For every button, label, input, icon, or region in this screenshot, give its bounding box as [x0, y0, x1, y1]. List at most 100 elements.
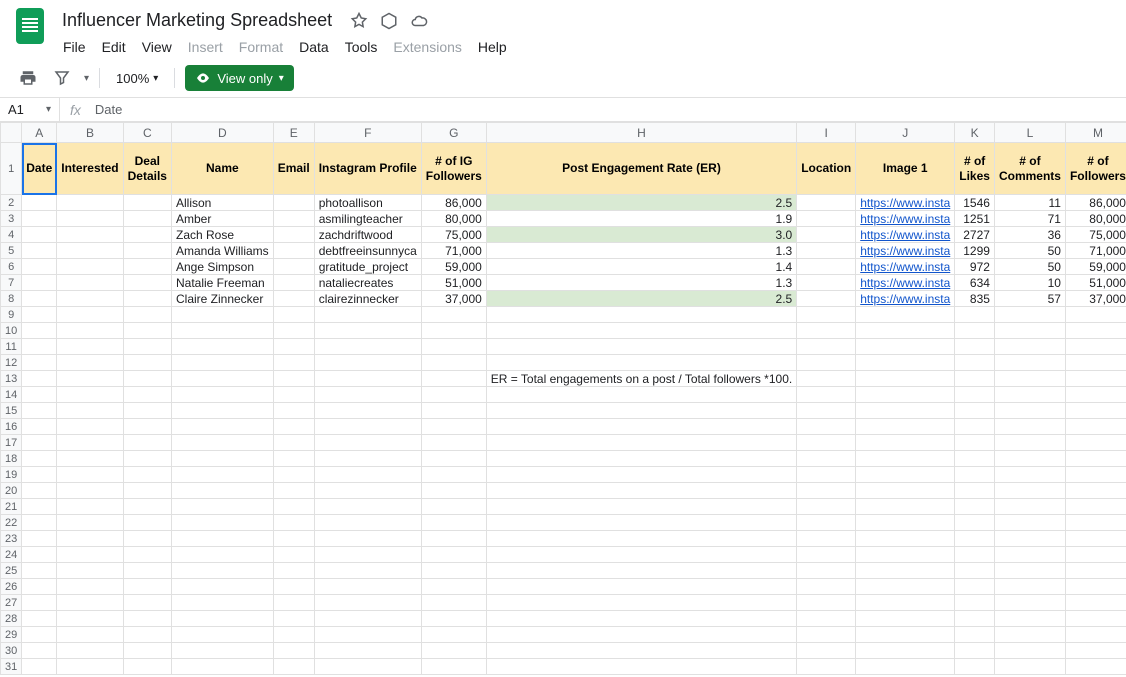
cell-profile[interactable]: asmilingteacher	[314, 211, 421, 227]
menu-file[interactable]: File	[56, 35, 93, 59]
row-header-20[interactable]: 20	[1, 483, 22, 499]
row-header-1[interactable]: 1	[1, 143, 22, 195]
header-cell-C[interactable]: Deal Details	[123, 143, 171, 195]
zoom-select[interactable]: 100%▾	[110, 67, 164, 90]
row-header-29[interactable]: 29	[1, 627, 22, 643]
header-cell-E[interactable]: Email	[273, 143, 314, 195]
row-header-6[interactable]: 6	[1, 259, 22, 275]
cell-er[interactable]: 2.5	[486, 195, 796, 211]
col-header-F[interactable]: F	[314, 123, 421, 143]
cell-image1[interactable]: https://www.insta	[856, 227, 955, 243]
row-header-24[interactable]: 24	[1, 547, 22, 563]
header-cell-J[interactable]: Image 1	[856, 143, 955, 195]
cell-er[interactable]: 3.0	[486, 227, 796, 243]
col-header-E[interactable]: E	[273, 123, 314, 143]
star-icon[interactable]	[350, 12, 368, 30]
menu-data[interactable]: Data	[292, 35, 336, 59]
cell-followers2[interactable]: 75,000	[1065, 227, 1126, 243]
row-header-11[interactable]: 11	[1, 339, 22, 355]
header-cell-H[interactable]: Post Engagement Rate (ER)	[486, 143, 796, 195]
cell-followers2[interactable]: 80,000	[1065, 211, 1126, 227]
cell-er[interactable]: 1.3	[486, 275, 796, 291]
cell-followers2[interactable]: 86,000	[1065, 195, 1126, 211]
cell-image1[interactable]: https://www.insta	[856, 259, 955, 275]
move-icon[interactable]	[380, 12, 398, 30]
cell-image1[interactable]: https://www.insta	[856, 243, 955, 259]
cell-followers[interactable]: 75,000	[421, 227, 486, 243]
cell-name[interactable]: Claire Zinnecker	[171, 291, 273, 307]
print-icon[interactable]	[16, 66, 40, 90]
col-header-L[interactable]: L	[994, 123, 1065, 143]
row-header-13[interactable]: 13	[1, 371, 22, 387]
cell-image1[interactable]: https://www.insta	[856, 195, 955, 211]
row-header-12[interactable]: 12	[1, 355, 22, 371]
filter-icon[interactable]	[50, 66, 74, 90]
header-cell-D[interactable]: Name	[171, 143, 273, 195]
col-header-G[interactable]: G	[421, 123, 486, 143]
header-cell-F[interactable]: Instagram Profile	[314, 143, 421, 195]
header-cell-L[interactable]: # of Comments	[994, 143, 1065, 195]
col-header-H[interactable]: H	[486, 123, 796, 143]
col-header-I[interactable]: I	[797, 123, 856, 143]
col-header-J[interactable]: J	[856, 123, 955, 143]
cell-name[interactable]: Amanda Williams	[171, 243, 273, 259]
cell-followers2[interactable]: 71,000	[1065, 243, 1126, 259]
cell-followers[interactable]: 71,000	[421, 243, 486, 259]
cloud-icon[interactable]	[410, 12, 428, 30]
row-header-4[interactable]: 4	[1, 227, 22, 243]
cell-er[interactable]: 1.3	[486, 243, 796, 259]
row-header-30[interactable]: 30	[1, 643, 22, 659]
cell-followers[interactable]: 86,000	[421, 195, 486, 211]
cell-profile[interactable]: nataliecreates	[314, 275, 421, 291]
row-header-25[interactable]: 25	[1, 563, 22, 579]
row-header-31[interactable]: 31	[1, 659, 22, 675]
row-header-8[interactable]: 8	[1, 291, 22, 307]
cell-name[interactable]: Zach Rose	[171, 227, 273, 243]
cell-likes[interactable]: 972	[955, 259, 995, 275]
row-header-27[interactable]: 27	[1, 595, 22, 611]
cell-likes[interactable]: 2727	[955, 227, 995, 243]
row-header-16[interactable]: 16	[1, 419, 22, 435]
cell-likes[interactable]: 1299	[955, 243, 995, 259]
col-header-D[interactable]: D	[171, 123, 273, 143]
cell-comments[interactable]: 57	[994, 291, 1065, 307]
cell-followers[interactable]: 80,000	[421, 211, 486, 227]
cell-likes[interactable]: 1251	[955, 211, 995, 227]
cell-followers[interactable]: 37,000	[421, 291, 486, 307]
row-header-18[interactable]: 18	[1, 451, 22, 467]
row-header-21[interactable]: 21	[1, 499, 22, 515]
menu-insert[interactable]: Insert	[181, 35, 230, 59]
cell-comments[interactable]: 10	[994, 275, 1065, 291]
cell-likes[interactable]: 835	[955, 291, 995, 307]
col-header-B[interactable]: B	[57, 123, 123, 143]
menu-help[interactable]: Help	[471, 35, 514, 59]
cell-image1[interactable]: https://www.insta	[856, 291, 955, 307]
cell-profile[interactable]: debtfreeinsunnyca	[314, 243, 421, 259]
cell-name[interactable]: Ange Simpson	[171, 259, 273, 275]
row-header-2[interactable]: 2	[1, 195, 22, 211]
header-cell-G[interactable]: # of IG Followers	[421, 143, 486, 195]
cell-name[interactable]: Natalie Freeman	[171, 275, 273, 291]
document-title[interactable]: Influencer Marketing Spreadsheet	[56, 8, 338, 33]
name-box[interactable]: A1▾	[0, 98, 60, 121]
row-header-14[interactable]: 14	[1, 387, 22, 403]
sheets-logo-icon[interactable]	[16, 8, 44, 44]
cell-profile[interactable]: zachdriftwood	[314, 227, 421, 243]
cell-profile[interactable]: clairezinnecker	[314, 291, 421, 307]
menu-format[interactable]: Format	[232, 35, 290, 59]
cell-image1[interactable]: https://www.insta	[856, 275, 955, 291]
header-cell-M[interactable]: # of Followers	[1065, 143, 1126, 195]
cell-comments[interactable]: 71	[994, 211, 1065, 227]
cell-followers2[interactable]: 59,000	[1065, 259, 1126, 275]
cell-er[interactable]: 1.4	[486, 259, 796, 275]
row-header-17[interactable]: 17	[1, 435, 22, 451]
col-header-C[interactable]: C	[123, 123, 171, 143]
cell-comments[interactable]: 11	[994, 195, 1065, 211]
row-header-15[interactable]: 15	[1, 403, 22, 419]
menu-view[interactable]: View	[135, 35, 179, 59]
row-header-9[interactable]: 9	[1, 307, 22, 323]
menu-extensions[interactable]: Extensions	[386, 35, 468, 59]
header-cell-A[interactable]: Date	[22, 143, 57, 195]
header-cell-B[interactable]: Interested	[57, 143, 123, 195]
spreadsheet-grid[interactable]: ABCDEFGHIJKLMNO1DateInterestedDeal Detai…	[0, 122, 1126, 677]
